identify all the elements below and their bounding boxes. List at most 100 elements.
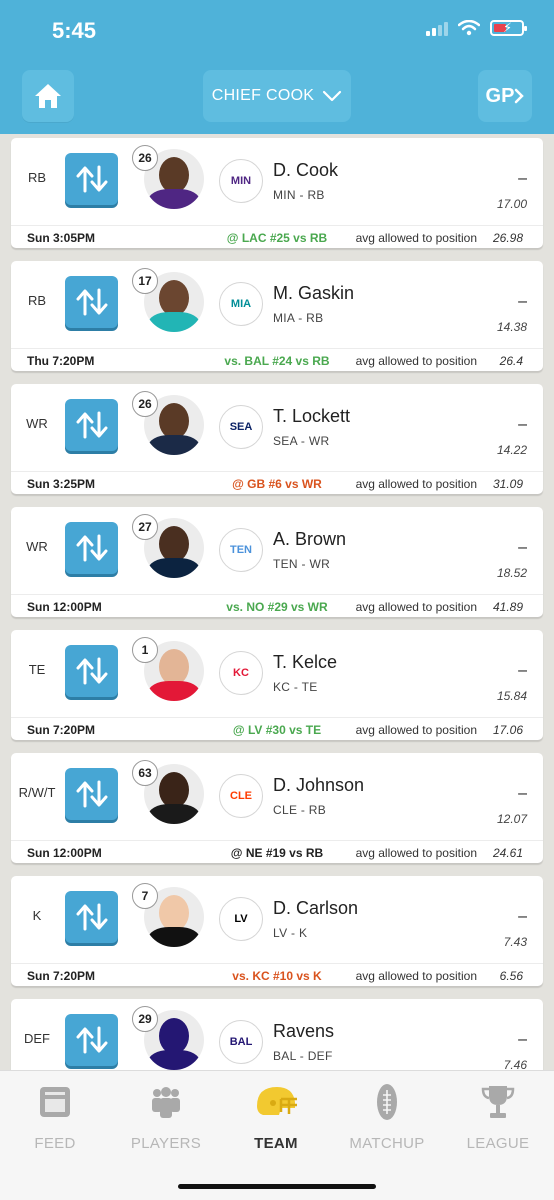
position-rank-badge: 26 xyxy=(132,391,158,417)
chevron-down-icon xyxy=(323,90,342,102)
chevron-right-icon xyxy=(515,88,525,104)
position-rank-badge: 26 xyxy=(132,145,158,171)
player-team-position: LV - K xyxy=(273,926,308,940)
player-team-position: MIA - RB xyxy=(273,311,324,325)
tab-matchup[interactable]: MATCHUP xyxy=(337,1081,437,1152)
swap-player-button[interactable] xyxy=(65,1014,118,1066)
swap-player-button[interactable] xyxy=(65,276,118,328)
home-indicator xyxy=(178,1184,376,1189)
swap-player-button[interactable] xyxy=(65,522,118,574)
matchup-bar: Sun 3:25PM @ GB #6 vs WR avg allowed to po… xyxy=(11,471,543,494)
swap-arrows-icon xyxy=(76,411,107,439)
position-rank-badge: 1 xyxy=(132,637,158,663)
team-selector[interactable]: CHIEF COOK xyxy=(203,70,351,122)
avg-allowed-value: 41.89 xyxy=(492,600,523,614)
player-points: 18.52 xyxy=(496,566,527,580)
gp-button[interactable]: GP xyxy=(478,70,532,122)
avg-allowed-label: avg allowed to position xyxy=(355,723,477,737)
avg-allowed-value: 31.09 xyxy=(492,477,523,491)
matchup-bar: Sun 7:20PM @ LV #30 vs TE avg allowed to p… xyxy=(11,717,543,740)
swap-arrows-icon xyxy=(76,165,107,193)
player-name[interactable]: D. Johnson xyxy=(273,775,364,796)
logo-text: MIN xyxy=(230,175,252,187)
tab-team[interactable]: TEAM xyxy=(226,1081,326,1152)
tab-feed[interactable]: FEED xyxy=(5,1081,105,1152)
swap-player-button[interactable] xyxy=(65,153,118,205)
roster-card[interactable]: WR 26 SEA T. Lockett SEA - WR – 14.22 Sun 3:25P… xyxy=(11,384,543,494)
matchup-bar: Thu 7:20PM vs. BAL #24 vs RB avg allowed t… xyxy=(11,348,543,371)
player-points: 15.84 xyxy=(496,689,527,703)
roster-card[interactable]: RB 26 MIN D. Cook MIN - RB – 17.00 Sun 3:05PM @ … xyxy=(11,138,543,248)
roster-card[interactable]: DEF 29 BAL Ravens BAL - DEF – 7.46 xyxy=(11,999,543,1070)
raiders-logo: LV xyxy=(219,897,263,941)
home-button[interactable] xyxy=(22,70,74,122)
player-points: 12.07 xyxy=(496,812,527,826)
status-icons: ⚡ xyxy=(426,20,527,36)
player-name[interactable]: T. Kelce xyxy=(273,652,337,673)
feed-icon xyxy=(40,1087,70,1117)
vikings-logo: MIN xyxy=(219,159,263,203)
dolphins-logo: MIA xyxy=(219,282,263,326)
avg-allowed-label: avg allowed to position xyxy=(355,600,477,614)
tab-league[interactable]: LEAGUE xyxy=(448,1081,548,1152)
avg-allowed-value: 24.61 xyxy=(492,846,523,860)
trophy-icon xyxy=(481,1086,515,1118)
team-name: CHIEF COOK xyxy=(211,87,315,104)
player-name[interactable]: M. Gaskin xyxy=(273,283,354,304)
tab-label: FEED xyxy=(34,1135,76,1152)
roster-card[interactable]: TE 1 KC T. Kelce KC - TE – 15.84 Sun 7:20PM @ LV… xyxy=(11,630,543,740)
roster-card[interactable]: RB 17 MIA M. Gaskin MIA - RB – 14.38 Thu 7:20PM… xyxy=(11,261,543,371)
roster-list[interactable]: RB 26 MIN D. Cook MIN - RB – 17.00 Sun 3:05PM @ … xyxy=(0,134,554,1070)
projected-points: – xyxy=(518,539,527,556)
avg-allowed-label: avg allowed to position xyxy=(355,969,477,983)
roster-slot-label: K xyxy=(32,908,42,923)
player-name[interactable]: D. Carlson xyxy=(273,898,358,919)
swap-player-button[interactable] xyxy=(65,891,118,943)
roster-slot-label: RB xyxy=(27,170,47,185)
gp-label: GP xyxy=(485,84,515,107)
player-name[interactable]: Ravens xyxy=(273,1021,334,1042)
position-rank-badge: 63 xyxy=(132,760,158,786)
matchup-bar: Sun 12:00PM @ NE #19 vs RB avg allowed to … xyxy=(11,840,543,863)
player-name[interactable]: D. Cook xyxy=(273,160,338,181)
roster-slot-label: RB xyxy=(27,293,47,308)
avg-allowed-label: avg allowed to position xyxy=(355,846,477,860)
home-icon xyxy=(35,84,61,108)
swap-player-button[interactable] xyxy=(65,768,118,820)
player-points: 14.38 xyxy=(496,320,527,334)
tab-players[interactable]: PLAYERS xyxy=(116,1081,216,1152)
player-name[interactable]: A. Brown xyxy=(273,529,346,550)
logo-text: TEN xyxy=(230,544,252,556)
matchup-bar: Sun 7:20PM vs. KC #10 vs Kavg allowed to … xyxy=(11,963,543,986)
projected-points: – xyxy=(518,662,527,679)
roster-card[interactable]: R/W/T 63 CLE D. Johnson CLE - RB – 12.07 Sun 12… xyxy=(11,753,543,863)
position-rank-badge: 7 xyxy=(132,883,158,909)
logo-text: BAL xyxy=(229,1036,253,1048)
swap-player-button[interactable] xyxy=(65,645,118,697)
battery-icon: ⚡ xyxy=(490,20,527,36)
position-rank-badge: 29 xyxy=(132,1006,158,1032)
player-name[interactable]: T. Lockett xyxy=(273,406,350,427)
swap-arrows-icon xyxy=(76,780,107,808)
player-team-position: CLE - RB xyxy=(273,803,327,817)
swap-arrows-icon xyxy=(76,288,107,316)
swap-arrows-icon xyxy=(76,534,107,562)
avg-allowed-value: 26.98 xyxy=(492,231,523,245)
chiefs-logo: KC xyxy=(219,651,263,695)
football-icon xyxy=(377,1084,397,1120)
player-team-position: KC - TE xyxy=(273,680,318,694)
avg-allowed-label: avg allowed to position xyxy=(355,231,477,245)
roster-card[interactable]: K 7 LV D. Carlson LV - K – 7.43 Sun 7:20PM vs. K… xyxy=(11,876,543,986)
avg-allowed-label: avg allowed to position xyxy=(355,354,477,368)
roster-card[interactable]: WR 27 TEN A. Brown TEN - WR – 18.52 Sun 12:00PM… xyxy=(11,507,543,617)
roster-slot-label: WR xyxy=(26,539,48,554)
swap-player-button[interactable] xyxy=(65,399,118,451)
logo-text: LV xyxy=(234,913,248,925)
projected-points: – xyxy=(518,170,527,187)
app-header: 5:45 ⚡ CHIEF COOK GP xyxy=(0,0,554,134)
roster-slot-label: TE xyxy=(28,662,46,677)
roster-slot-label: R/W/T xyxy=(18,785,56,800)
player-points: 14.22 xyxy=(496,443,527,457)
matchup-bar: Sun 12:00PM vs. NO #29 vs WR avg allowed t… xyxy=(11,594,543,617)
helmet-icon xyxy=(257,1087,297,1115)
